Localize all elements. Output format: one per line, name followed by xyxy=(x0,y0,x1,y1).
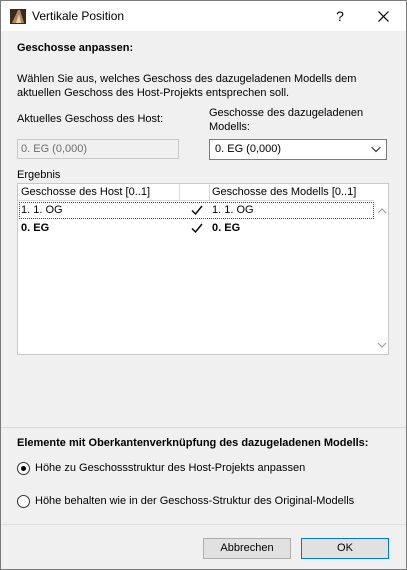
result-table[interactable]: Geschosse des Host [0..1] Geschosse des … xyxy=(17,183,389,355)
host-storey-field: 0. EG (0,000) xyxy=(17,139,179,159)
scroll-up-icon[interactable] xyxy=(377,207,387,214)
radio-button-unchecked[interactable] xyxy=(17,495,30,508)
button-bar: Abbrechen OK xyxy=(1,524,406,569)
radio-button-checked[interactable] xyxy=(17,462,30,475)
loaded-storey-dropdown[interactable]: 0. EG (0,000) xyxy=(209,139,387,160)
title-bar[interactable]: Vertikale Position ? xyxy=(1,1,406,31)
loaded-storey-value: 0. EG (0,000) xyxy=(215,143,282,155)
section-divider xyxy=(1,427,406,428)
section-heading: Geschosse anpassen: xyxy=(17,42,134,54)
close-icon xyxy=(377,10,389,22)
host-storey-value: 0. EG (0,000) xyxy=(21,143,88,155)
column-header-model[interactable]: Geschosse des Modells [0..1] xyxy=(212,185,356,200)
column-separator xyxy=(209,184,210,200)
chevron-down-icon xyxy=(371,146,381,153)
column-separator xyxy=(179,184,180,200)
help-button[interactable]: ? xyxy=(325,4,355,28)
row-model-storey: 1. 1. OG xyxy=(212,204,254,216)
close-button[interactable] xyxy=(367,4,399,28)
radio-dot-icon xyxy=(21,466,26,471)
checkmark-icon xyxy=(191,205,203,216)
dialog-body: Geschosse anpassen: Wählen Sie aus, welc… xyxy=(1,31,406,569)
ok-button[interactable]: OK xyxy=(301,538,389,559)
table-row[interactable]: 1. 1. OG 1. 1. OG xyxy=(19,202,374,219)
result-label: Ergebnis xyxy=(17,169,61,181)
window-title: Vertikale Position xyxy=(32,9,125,23)
loaded-storey-label-2: Modells: xyxy=(209,121,250,133)
vertical-scrollbar[interactable] xyxy=(375,202,389,354)
archicad-icon xyxy=(10,9,26,24)
radio-keep-height-label[interactable]: Höhe behalten wie in der Geschoss-Strukt… xyxy=(35,495,354,507)
radio-adjust-height-label[interactable]: Höhe zu Geschossstruktur des Host-Projek… xyxy=(35,462,305,474)
row-host-storey: 0. EG xyxy=(21,222,50,234)
column-header-host[interactable]: Geschosse des Host [0..1] xyxy=(21,185,150,200)
elements-heading: Elemente mit Oberkantenverknüpfung des d… xyxy=(17,437,369,449)
description-line-2: aktuellen Geschoss des Host-Projekts ent… xyxy=(17,87,290,99)
cancel-button[interactable]: Abbrechen xyxy=(203,538,291,559)
loaded-storey-label-1: Geschosse des dazugeladenen xyxy=(209,107,364,119)
table-row[interactable]: 0. EG 0. EG xyxy=(19,220,374,237)
host-storey-label: Aktuelles Geschoss des Host: xyxy=(17,113,164,125)
checkmark-icon xyxy=(191,223,203,234)
row-host-storey: 1. 1. OG xyxy=(21,204,63,216)
description-line-1: Wählen Sie aus, welches Geschoss des daz… xyxy=(17,73,357,85)
dialog-window: Vertikale Position ? Geschosse anpassen:… xyxy=(0,0,407,570)
scroll-down-icon[interactable] xyxy=(377,342,387,349)
header-divider xyxy=(18,200,374,201)
row-model-storey: 0. EG xyxy=(212,222,241,234)
